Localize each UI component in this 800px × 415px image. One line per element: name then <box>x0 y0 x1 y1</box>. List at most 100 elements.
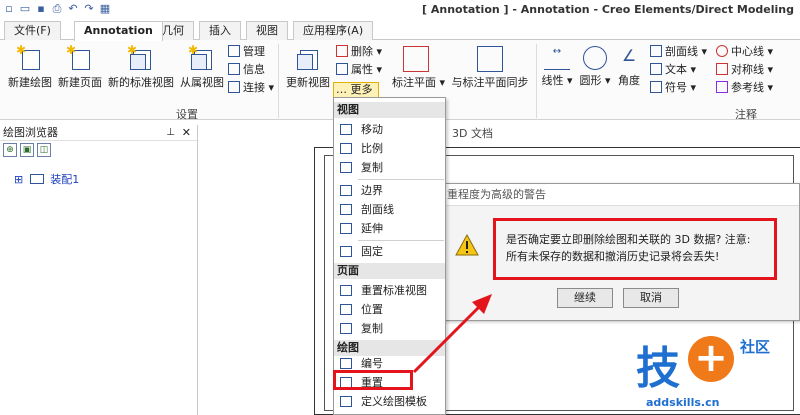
symmetry-line-icon <box>716 63 728 75</box>
annotation-arrow <box>412 294 492 374</box>
info-button[interactable]: 信息 <box>228 62 265 78</box>
tab-applications[interactable]: 应用程序(A) <box>293 21 374 40</box>
new-drawing-button[interactable]: ✱ 新建绘图 <box>6 43 54 90</box>
expand-icon[interactable]: ⊞ <box>14 173 23 186</box>
menu-item-scale[interactable]: 比例 <box>334 139 445 158</box>
cancel-button[interactable]: 取消 <box>623 288 679 308</box>
group-separator <box>536 44 537 118</box>
logo-main-glyph: 技 <box>636 343 680 394</box>
redo-icon[interactable]: ↷ <box>82 2 96 16</box>
reset-view-icon <box>340 285 352 296</box>
angle-dimension-button[interactable]: ∠ 角度 <box>614 46 644 88</box>
circular-dimension-icon <box>583 46 607 70</box>
continue-button[interactable]: 继续 <box>557 288 613 308</box>
border-icon <box>340 185 352 196</box>
menu-separator <box>358 179 444 180</box>
reference-line-icon <box>716 81 728 93</box>
dialog-title: 重程度为高级的警告 <box>437 184 799 206</box>
section-line-icon <box>650 45 662 57</box>
menu-separator <box>358 240 444 241</box>
dialog-message: 是否确定要立即删除绘图和关联的 3D 数据? 注意: 所有未保存的数据和撤消历史… <box>493 218 777 280</box>
pages-icon[interactable]: ◫ <box>37 143 51 157</box>
document-tab-strip: 3D 文档 <box>424 125 684 143</box>
new-page-button[interactable]: ✱ 新建页面 <box>56 43 104 90</box>
group-label-annotation: 注释 <box>735 108 757 121</box>
assembly-icon <box>29 174 44 184</box>
text-button[interactable]: 文本 ▾ <box>650 62 696 78</box>
pin-icon[interactable]: ⊥ <box>166 125 175 141</box>
update-view-button[interactable]: 更新视图 <box>284 46 332 90</box>
dependent-view-button[interactable]: ✱ 从属视图 <box>178 43 226 90</box>
circular-dimension-button[interactable]: 圆形 ▾ <box>578 46 612 88</box>
tab-view[interactable]: 视图 <box>246 21 288 40</box>
browser-toolbar: ⊕ ▣ ◫ <box>0 141 197 161</box>
reference-line-button[interactable]: 参考线 ▾ <box>716 80 773 96</box>
undo-icon[interactable]: ↶ <box>66 2 80 16</box>
manage-button[interactable]: 管理 <box>228 44 265 60</box>
quick-access-toolbar: ▫ ▭ ▪ ⎙ ↶ ↷ ▦ <box>2 2 112 16</box>
logo-plus-badge: + <box>688 336 734 382</box>
move-icon <box>340 124 352 135</box>
fix-icon <box>340 246 352 257</box>
tree-view-icon[interactable]: ⊕ <box>3 143 17 157</box>
filter-icon[interactable]: ▣ <box>20 143 34 157</box>
dimension-plane-button[interactable]: 标注平面 ▾ <box>392 46 445 90</box>
menu-section-page: 页面 <box>334 263 445 279</box>
properties-button[interactable]: 属性 ▾ <box>336 62 382 78</box>
symbol-icon <box>650 81 662 93</box>
center-line-icon <box>716 45 728 57</box>
menu-item-define-template[interactable]: 定义绘图模板 <box>334 392 445 411</box>
window-title: [ Annotation ] - Annotation - Creo Eleme… <box>422 3 794 16</box>
menu-item-section-line[interactable]: 剖面线 <box>334 200 445 219</box>
linear-dimension-button[interactable]: ↔ 线性 ▾ <box>540 46 574 88</box>
close-icon[interactable]: ✕ <box>182 125 191 141</box>
document-new-icon[interactable]: ▫ <box>2 2 16 16</box>
group-label-setup: 设置 <box>176 108 198 121</box>
window-icon[interactable]: ▦ <box>98 2 112 16</box>
connect-button[interactable]: 连接 ▾ <box>228 80 274 96</box>
delete-icon <box>336 45 348 57</box>
more-dropdown-button[interactable]: … 更多 ▾ <box>333 82 379 110</box>
menu-item-extend[interactable]: 延伸 <box>334 219 445 238</box>
center-line-button[interactable]: 中心线 ▾ <box>716 44 773 60</box>
linear-dimension-icon: ↔ <box>544 46 570 70</box>
sync-dimension-plane-button[interactable]: 与标注平面同步 <box>448 46 532 90</box>
new-standard-view-icon: ✱ <box>127 43 155 72</box>
tab-insert[interactable]: 插入 <box>199 21 241 40</box>
tab-annotation[interactable]: Annotation <box>74 21 163 41</box>
warning-icon <box>455 234 479 256</box>
new-standard-view-button[interactable]: ✱ 新的标准视图 <box>106 43 176 90</box>
group-separator <box>278 44 279 118</box>
watermark-logo: 技 + 社区 addskills.cn <box>636 332 796 412</box>
logo-side-text: 社区 <box>740 338 771 356</box>
dimension-plane-icon <box>403 46 429 72</box>
menu-item-copy-view[interactable]: 复制 <box>334 158 445 177</box>
position-icon <box>340 304 352 315</box>
new-drawing-icon: ✱ <box>16 43 44 72</box>
properties-icon <box>336 63 348 75</box>
tree-item-label: 装配1 <box>50 173 80 186</box>
symmetry-line-button[interactable]: 对称线 ▾ <box>716 62 773 78</box>
angle-dimension-icon: ∠ <box>621 46 637 65</box>
logo-url: addskills.cn <box>646 396 720 409</box>
tree-item-assembly[interactable]: ⊞ 装配1 <box>14 171 79 187</box>
save-icon[interactable]: ▪ <box>34 2 48 16</box>
manage-icon <box>228 45 240 57</box>
document-tab-label: 3D 文档 <box>452 127 493 140</box>
menu-item-border[interactable]: 边界 <box>334 181 445 200</box>
delete-button[interactable]: 删除 ▾ <box>336 44 382 60</box>
copy-icon <box>340 323 352 334</box>
symbol-button[interactable]: 符号 ▾ <box>650 80 696 96</box>
folder-open-icon[interactable]: ▭ <box>18 2 32 16</box>
section-line-button[interactable]: 剖面线 ▾ <box>650 44 707 60</box>
browser-header: 绘图浏览器 ⊥ ✕ <box>0 125 197 141</box>
tab-file[interactable]: 文件(F) <box>4 21 61 40</box>
menu-item-fix[interactable]: 固定 <box>334 242 445 261</box>
menu-item-move[interactable]: 移动 <box>334 120 445 139</box>
info-icon <box>228 63 240 75</box>
browser-title: 绘图浏览器 <box>3 126 58 139</box>
print-icon[interactable]: ⎙ <box>50 2 64 16</box>
menu-section-view: 视图 <box>334 102 445 118</box>
update-view-icon <box>294 46 322 72</box>
text-icon <box>650 63 662 75</box>
